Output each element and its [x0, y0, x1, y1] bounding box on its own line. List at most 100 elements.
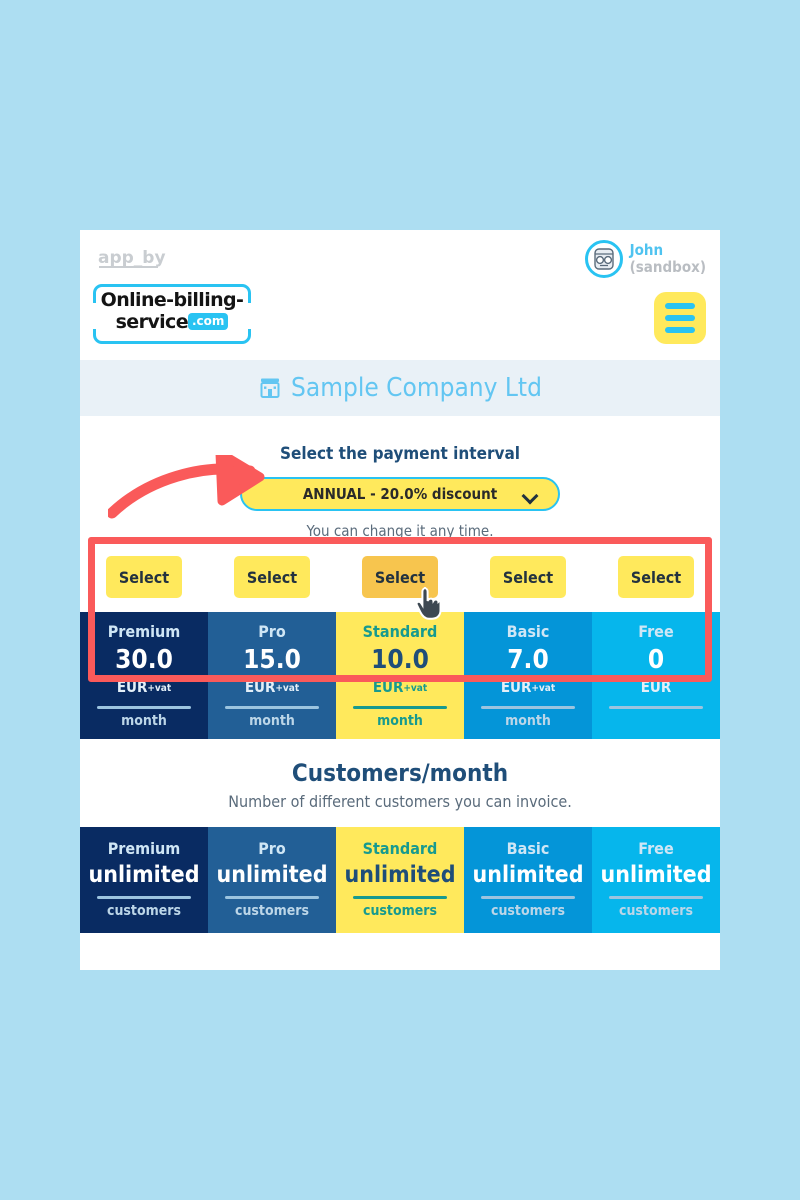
plan-currency: EUR+vat	[80, 676, 208, 699]
plan-name: Premium	[107, 622, 181, 641]
plan-divider	[352, 705, 448, 709]
user-environment: (sandbox)	[629, 258, 706, 276]
plan-price: 30.0	[115, 645, 173, 675]
plan-divider	[224, 705, 320, 709]
feature-value: unlimited	[472, 861, 584, 888]
payment-interval-select[interactable]: ANNUAL - 20.0% discount	[240, 477, 560, 511]
feature-value-row: Premium unlimited customers Pro unlimite…	[80, 826, 720, 934]
plan-divider	[480, 896, 576, 900]
plan-vat-note: +vat	[147, 683, 172, 695]
select-cell-free: Select	[592, 556, 720, 598]
feature-unit: customers	[491, 903, 565, 920]
plan-currency: EUR	[592, 676, 720, 699]
chevron-down-icon	[524, 490, 536, 502]
screenshot-stage: app_by Online-billing- service .com John…	[0, 0, 800, 1200]
plan-name: Premium	[107, 838, 181, 858]
select-button-free[interactable]: Select	[618, 556, 694, 598]
plan-divider	[96, 705, 192, 709]
logo-line-1: Online-billing-	[100, 289, 244, 311]
plan-period: month	[505, 712, 551, 729]
plan-card-basic[interactable]: Basic 7.0 EUR+vat month	[464, 612, 592, 739]
feature-header: Customers/month Number of different cust…	[80, 738, 720, 827]
plan-card-premium[interactable]: Premium 30.0 EUR+vat month	[80, 612, 208, 739]
select-button-pro[interactable]: Select	[234, 556, 310, 598]
hamburger-menu-icon[interactable]	[654, 292, 706, 344]
hamburger-bar-3	[665, 327, 695, 333]
plan-divider	[608, 705, 704, 709]
select-button-basic[interactable]: Select	[490, 556, 566, 598]
feature-cell-pro: Pro unlimited customers	[208, 826, 336, 934]
plan-name: Pro	[258, 622, 286, 641]
plan-currency: EUR+vat	[464, 676, 592, 699]
plan-currency-text: EUR	[244, 678, 276, 697]
feature-value: unlimited	[88, 861, 200, 888]
user-menu[interactable]: John (sandbox)	[584, 240, 706, 278]
feature-unit: customers	[235, 903, 309, 920]
plan-vat-note: +vat	[531, 683, 556, 695]
brand-logo[interactable]: Online-billing- service .com	[91, 284, 253, 344]
plan-period: month	[121, 712, 167, 729]
logo-com-badge: .com	[188, 313, 229, 330]
select-button-row: Select Select Select Select Select	[80, 540, 720, 612]
select-cell-standard: Select	[336, 556, 464, 598]
plan-price: 10.0	[371, 645, 429, 675]
plan-price: 7.0	[507, 645, 549, 675]
plan-card-standard[interactable]: Standard 10.0 EUR+vat month	[336, 612, 464, 739]
hamburger-bar-1	[665, 303, 695, 309]
user-text: John (sandbox)	[630, 242, 706, 276]
user-name: John	[629, 241, 664, 260]
payment-interval-value: ANNUAL - 20.0% discount	[302, 485, 498, 503]
plan-divider	[224, 896, 320, 900]
feature-value: unlimited	[216, 861, 328, 888]
plan-name: Free	[638, 622, 674, 641]
plan-divider	[352, 896, 448, 900]
plan-name: Standard	[362, 622, 438, 641]
payment-interval-label: Select the payment interval	[279, 444, 521, 464]
plan-price: 0	[647, 645, 665, 675]
plan-currency-text: EUR	[640, 678, 672, 697]
select-cell-basic: Select	[464, 556, 592, 598]
avatar[interactable]	[584, 240, 623, 278]
plan-currency: EUR+vat	[208, 676, 336, 699]
plan-currency-text: EUR	[500, 678, 532, 697]
app-by-icon: app_by	[98, 248, 166, 268]
svg-text:app_by: app_by	[98, 248, 166, 268]
select-cell-premium: Select	[80, 556, 208, 598]
plan-card-pro[interactable]: Pro 15.0 EUR+vat month	[208, 612, 336, 739]
feature-cell-basic: Basic unlimited customers	[464, 826, 592, 934]
payment-interval-note: You can change it any time.	[306, 522, 494, 540]
plan-name: Free	[638, 838, 674, 858]
plan-divider	[480, 705, 576, 709]
feature-cell-free: Free unlimited customers	[592, 826, 720, 934]
plan-currency-text: EUR	[372, 678, 404, 697]
plan-period: month	[377, 712, 423, 729]
feature-cell-standard: Standard unlimited customers	[336, 826, 464, 934]
company-name: Sample Company Ltd	[291, 373, 542, 403]
select-cell-pro: Select	[208, 556, 336, 598]
feature-value: unlimited	[600, 861, 712, 888]
plan-period: month	[249, 712, 295, 729]
feature-subtitle: Number of different customers you can in…	[228, 791, 572, 811]
plan-price-row: Premium 30.0 EUR+vat month Pro 15.0 EUR+…	[80, 612, 720, 739]
plan-vat-note: +vat	[403, 683, 428, 695]
plan-divider	[96, 896, 192, 900]
company-bar[interactable]: Sample Company Ltd	[80, 360, 720, 416]
select-button-standard[interactable]: Select	[362, 556, 438, 598]
plan-price: 15.0	[243, 645, 301, 675]
select-button-premium[interactable]: Select	[106, 556, 182, 598]
feature-title: Customers/month	[291, 758, 509, 787]
plan-name: Basic	[506, 838, 550, 858]
plan-card-free[interactable]: Free 0 EUR	[592, 612, 720, 739]
plan-vat-note: +vat	[275, 683, 300, 695]
feature-unit: customers	[619, 903, 693, 920]
user-avatar-icon	[593, 248, 614, 270]
feature-value: unlimited	[344, 861, 456, 888]
building-icon	[260, 378, 280, 398]
app-window: app_by Online-billing- service .com John…	[80, 230, 720, 970]
app-by-mark: app_by	[98, 246, 194, 272]
plan-currency: EUR+vat	[336, 676, 464, 699]
feature-unit: customers	[107, 903, 181, 920]
app-header: app_by Online-billing- service .com John…	[80, 230, 720, 360]
logo-line-2: service .com	[93, 311, 251, 333]
plan-name: Standard	[362, 838, 438, 858]
